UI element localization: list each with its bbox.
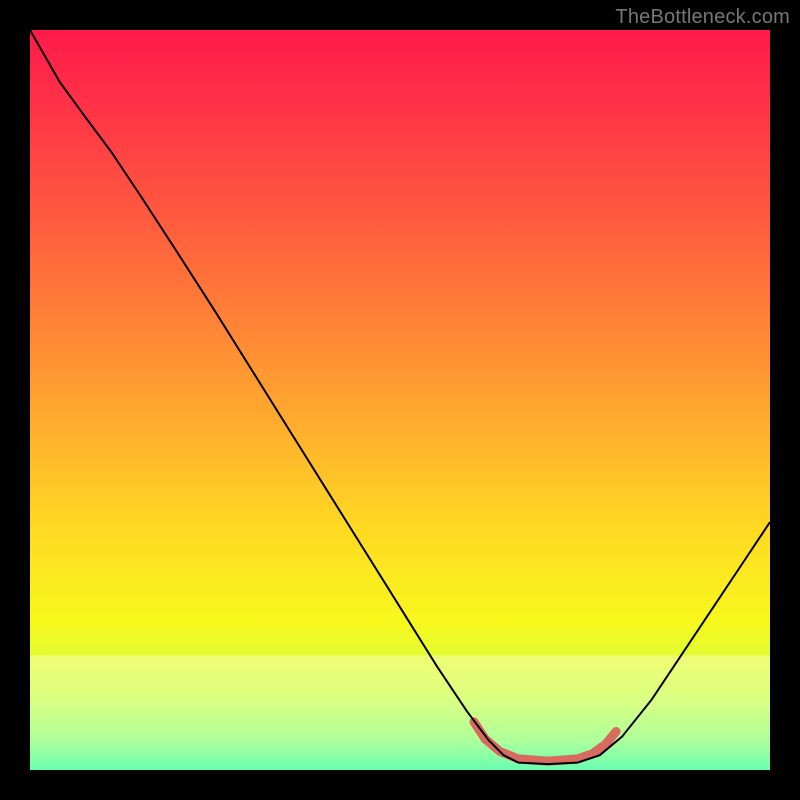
chart-frame: TheBottleneck.com [0, 0, 800, 800]
watermark-text: TheBottleneck.com [615, 6, 790, 29]
pale-band [30, 655, 770, 770]
chart-svg [30, 30, 770, 770]
plot-area [30, 30, 770, 770]
